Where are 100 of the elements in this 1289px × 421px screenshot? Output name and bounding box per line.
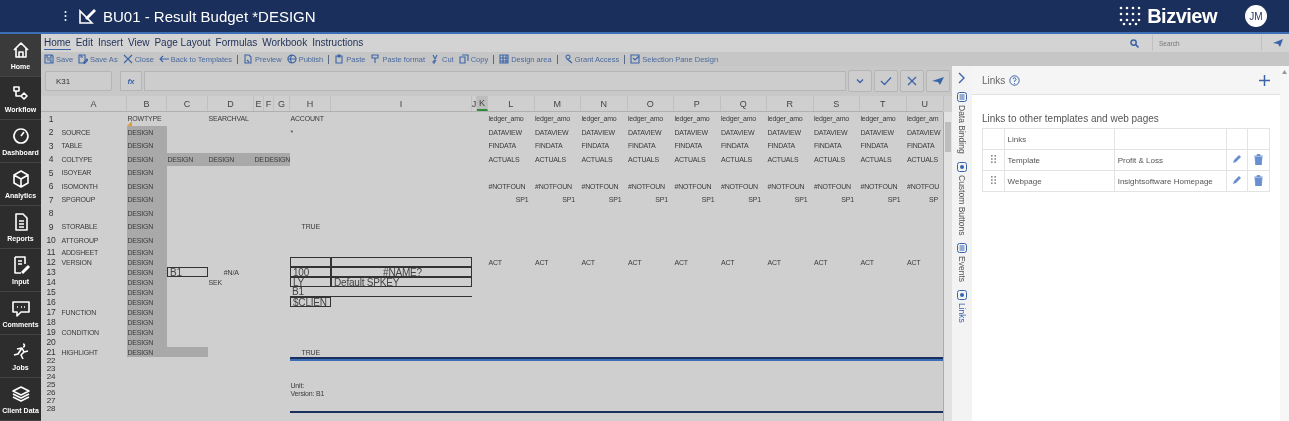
- drag-handle-icon[interactable]: [990, 155, 996, 163]
- column-header[interactable]: H: [290, 96, 331, 111]
- table-cell: Insightsoftware Homepage: [1114, 170, 1227, 192]
- row-number: 24: [45, 373, 57, 381]
- sheet-cell[interactable]: B1: [167, 267, 208, 277]
- trash-icon[interactable]: [1254, 153, 1264, 165]
- menu-item[interactable]: Instructions: [312, 36, 364, 50]
- column-header[interactable]: D: [208, 96, 254, 111]
- save-icon: [44, 54, 54, 64]
- row-number: 16: [45, 297, 57, 307]
- menu-item[interactable]: Edit: [75, 36, 93, 50]
- record-icon: [957, 161, 967, 172]
- scrollbar[interactable]: [943, 112, 952, 421]
- row-number: 22: [45, 357, 57, 365]
- table-cell: Profit & Loss: [1114, 149, 1227, 171]
- column-header[interactable]: O: [627, 96, 674, 111]
- row-number: 5: [47, 167, 55, 178]
- sheet-cell[interactable]: LY: [290, 277, 331, 287]
- menu-item[interactable]: Formulas: [215, 36, 258, 50]
- sheet-cell[interactable]: $CLIEN: [290, 297, 331, 307]
- dropdown-button[interactable]: [848, 70, 872, 92]
- cancel-button[interactable]: [900, 70, 924, 92]
- send-button[interactable]: [926, 70, 950, 92]
- column-header[interactable]: C: [167, 96, 208, 111]
- side-tab[interactable]: Custom Buttons: [957, 161, 967, 236]
- logo-icon: [1119, 6, 1142, 26]
- menu-item[interactable]: Workbook: [262, 36, 308, 50]
- chevron-down-icon: [855, 76, 865, 86]
- sheet-cell[interactable]: [331, 257, 472, 267]
- column-header[interactable]: A: [61, 96, 127, 111]
- column-header[interactable]: P: [674, 96, 721, 111]
- add-icon[interactable]: [1259, 74, 1270, 86]
- drag-handle-icon[interactable]: [990, 176, 996, 184]
- document-icon: [243, 54, 253, 64]
- chevron-icon[interactable]: [958, 72, 966, 84]
- column-header[interactable]: B: [127, 96, 167, 111]
- record-icon: [957, 290, 967, 301]
- column-header[interactable]: M: [534, 96, 581, 111]
- trash-icon[interactable]: [1254, 174, 1264, 186]
- confirm-button[interactable]: [874, 70, 898, 92]
- column-header[interactable]: G: [274, 96, 290, 111]
- pencil-icon[interactable]: [1232, 154, 1243, 164]
- pencil-ruler-icon: [79, 8, 97, 24]
- row-number: 3: [47, 140, 55, 151]
- menu-item[interactable]: View: [127, 36, 150, 50]
- sheet-cell[interactable]: B1: [290, 287, 331, 297]
- row-number: 10: [45, 235, 57, 246]
- menu-item[interactable]: Home: [44, 36, 71, 50]
- column-header[interactable]: N: [581, 96, 628, 111]
- scroll-up-arrow-icon[interactable]: [1282, 70, 1287, 74]
- column-header[interactable]: Q: [720, 96, 767, 111]
- grip-icon[interactable]: [64, 10, 67, 22]
- help-icon[interactable]: [1009, 74, 1021, 86]
- column-header[interactable]: L: [488, 96, 535, 111]
- row-number: 25: [45, 381, 57, 389]
- row-number: 2: [47, 127, 55, 138]
- sheet-cell[interactable]: Default SPKEY: [331, 277, 472, 287]
- side-tab[interactable]: Links: [957, 290, 967, 323]
- chat-icon: [10, 298, 31, 318]
- column-header[interactable]: I: [331, 96, 472, 111]
- column-header[interactable]: T: [860, 96, 907, 111]
- column-header: Links: [1004, 128, 1115, 150]
- row-number: 8: [47, 208, 55, 219]
- column-header[interactable]: R: [767, 96, 814, 111]
- column-header[interactable]: E: [254, 96, 264, 111]
- cell-reference-field[interactable]: K31: [45, 71, 112, 91]
- formula-field[interactable]: [144, 71, 846, 91]
- close-icon: [907, 76, 917, 86]
- column-header[interactable]: S: [813, 96, 860, 111]
- window-title: BU01 - Result Budget *DESIGN: [103, 7, 316, 25]
- sheet-cell[interactable]: 100: [290, 267, 331, 277]
- user-avatar[interactable]: JM: [1245, 5, 1267, 27]
- row-number: 23: [45, 365, 57, 373]
- side-tab[interactable]: Events: [957, 243, 967, 283]
- table-cell: Webpage: [1004, 170, 1115, 192]
- sheet-cell[interactable]: #NAME?: [331, 267, 472, 277]
- scrollbar[interactable]: [1280, 66, 1289, 421]
- row-number: 7: [47, 194, 55, 205]
- row-number: 1: [47, 113, 55, 124]
- brand-name: Bizview: [1147, 4, 1217, 28]
- column-header[interactable]: F: [264, 96, 274, 111]
- sheet-cell[interactable]: [290, 257, 331, 267]
- column-header[interactable]: U: [906, 96, 944, 111]
- cube-icon: [10, 169, 31, 189]
- back-arrow-icon: [158, 54, 169, 64]
- scissors-icon: [430, 54, 440, 64]
- side-tab[interactable]: Data Binding: [957, 92, 967, 154]
- row-number: 20: [45, 337, 57, 347]
- pencil-icon[interactable]: [1232, 175, 1243, 185]
- column-header[interactable]: K: [477, 96, 488, 111]
- menu-item[interactable]: Insert: [97, 36, 123, 50]
- row-number: 17: [45, 307, 57, 317]
- row-number: 18: [45, 317, 57, 327]
- close-icon: [122, 54, 133, 64]
- menu-item[interactable]: Page Layout: [154, 36, 211, 50]
- clipboard-icon: [334, 54, 345, 64]
- function-button[interactable]: fx: [120, 71, 142, 91]
- row-number: 4: [47, 154, 55, 165]
- key-icon: [562, 54, 573, 64]
- row-number: 9: [47, 221, 55, 232]
